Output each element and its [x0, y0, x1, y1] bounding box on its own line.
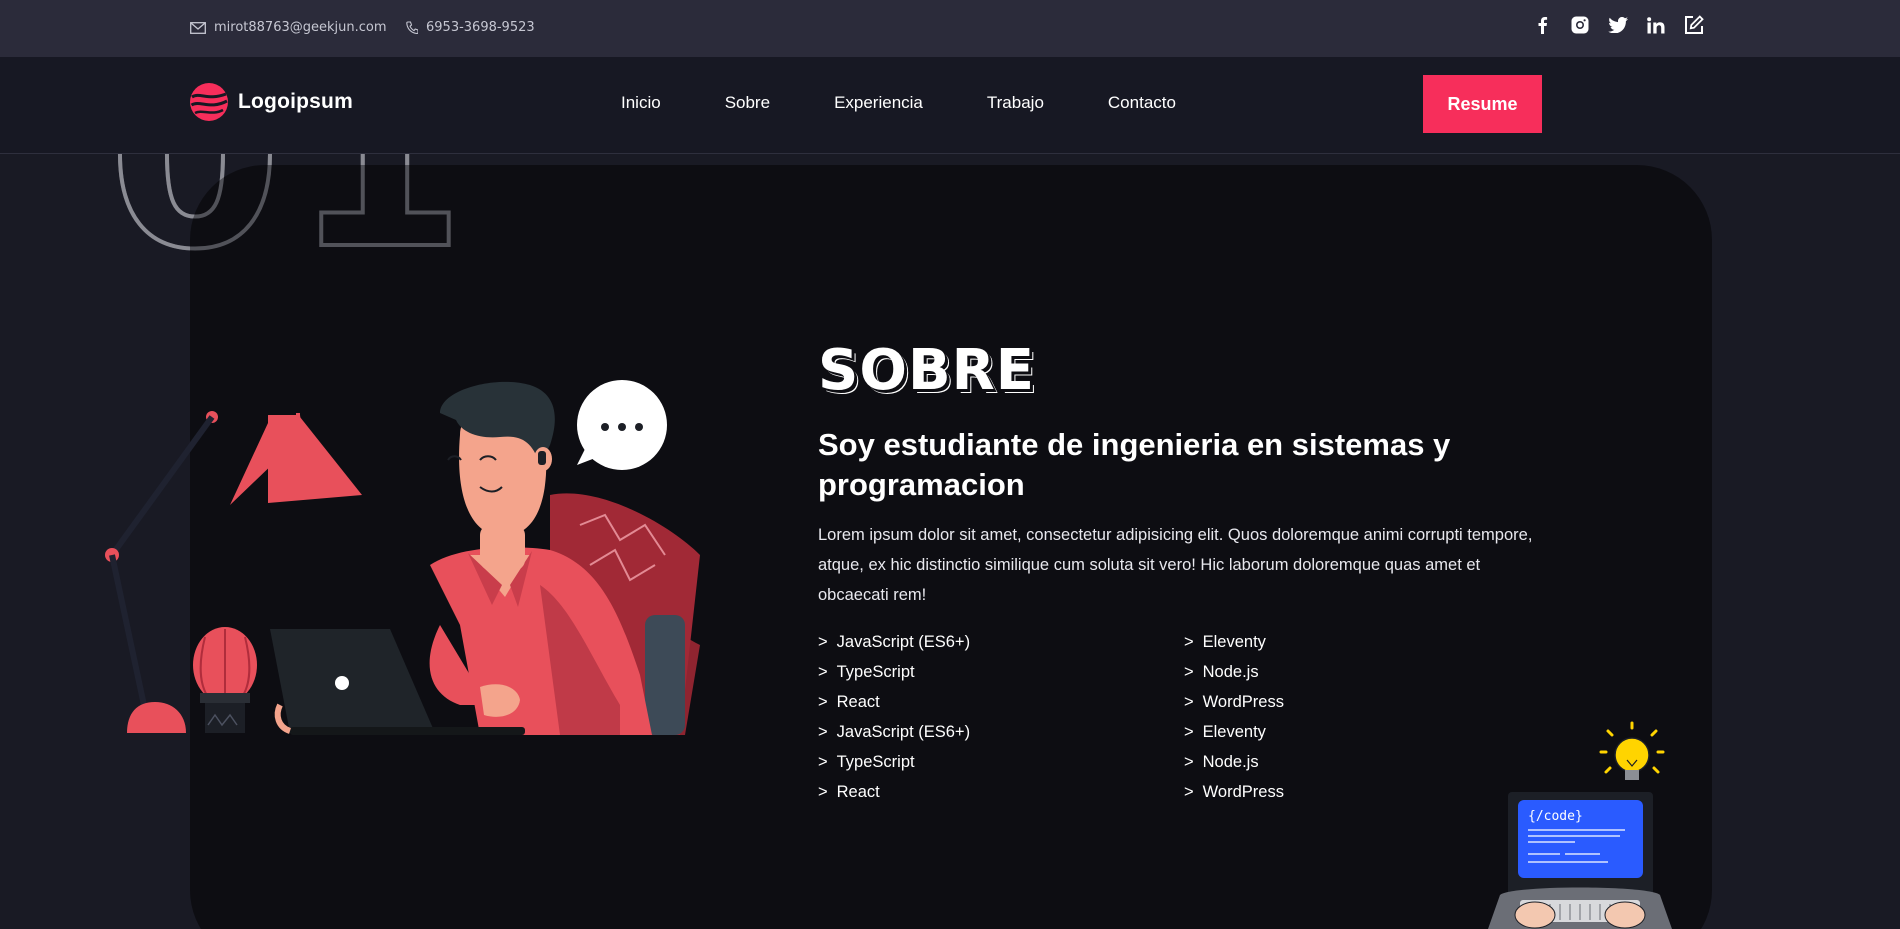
chevron-right-icon: >	[818, 633, 828, 651]
list-item: > Node.js	[1184, 753, 1259, 771]
nav-links: Inicio Sobre Experiencia Trabajo Contact…	[621, 93, 1240, 113]
facebook-icon[interactable]	[1531, 14, 1553, 36]
logo[interactable]: Logoipsum	[190, 83, 353, 121]
list-item: > TypeScript	[818, 753, 915, 771]
social-links	[1531, 14, 1705, 36]
section-subtitle: Soy estudiante de ingenieria en sistemas…	[818, 427, 1451, 502]
chevron-right-icon: >	[818, 663, 828, 681]
chevron-right-icon: >	[1184, 633, 1194, 651]
section-title: SOBRE	[818, 338, 1035, 403]
nav-link-experiencia[interactable]: Experiencia	[834, 93, 923, 113]
email-text: mirot88763@geekjun.com	[214, 20, 387, 35]
skills-list-left: > JavaScript (ES6+) > TypeScript > React > J…	[818, 627, 970, 807]
skills-list-right: > Eleventy > Node.js > WordPress > Eleventy …	[1184, 627, 1284, 807]
section-paragraph: Lorem ipsum dolor sit amet, consectetur …	[818, 526, 1533, 604]
chevron-right-icon: >	[818, 783, 828, 801]
mail-icon	[190, 21, 206, 34]
computer-screen-icon: {/code}	[1508, 792, 1653, 902]
list-item: > JavaScript (ES6+)	[818, 633, 971, 651]
nav-link-trabajo[interactable]: Trabajo	[987, 93, 1044, 113]
list-item: > Eleventy	[1184, 723, 1266, 741]
list-item: > WordPress	[1184, 693, 1284, 711]
phone-contact[interactable]: 6953-3698-9523	[406, 20, 535, 35]
logo-icon	[190, 83, 228, 121]
cactus-plant-icon	[193, 627, 257, 733]
coder-lightbulb-illustration: {/code}	[1488, 721, 1672, 929]
nav-link-sobre[interactable]: Sobre	[725, 93, 770, 113]
list-item: > TypeScript	[818, 663, 915, 681]
email-contact[interactable]: mirot88763@geekjun.com	[190, 20, 387, 35]
phone-text: 6953-3698-9523	[426, 20, 535, 35]
chevron-right-icon: >	[1184, 663, 1194, 681]
code-screen-text: {/code}	[1528, 809, 1583, 824]
nav-link-contacto[interactable]: Contacto	[1108, 93, 1176, 113]
list-item: > Node.js	[1184, 663, 1259, 681]
list-item: > React	[818, 783, 880, 801]
phone-icon	[406, 21, 418, 34]
edit-icon[interactable]	[1683, 14, 1705, 36]
lightbulb-icon	[1599, 721, 1665, 780]
list-item: > JavaScript (ES6+)	[818, 723, 971, 741]
chevron-right-icon: >	[1184, 693, 1194, 711]
top-contact-bar: mirot88763@geekjun.com 6953-3698-9523	[0, 0, 1900, 57]
list-item: > WordPress	[1184, 783, 1284, 801]
person-laptop-illustration	[105, 380, 700, 735]
main-navbar: Logoipsum Inicio Sobre Experiencia Traba…	[0, 57, 1900, 154]
speech-bubble-icon	[577, 380, 667, 470]
twitter-icon[interactable]	[1607, 14, 1629, 36]
chevron-right-icon: >	[1184, 783, 1194, 801]
list-item: > React	[818, 693, 880, 711]
chevron-right-icon: >	[1184, 723, 1194, 741]
chevron-right-icon: >	[818, 723, 828, 741]
logo-text: Logoipsum	[238, 90, 353, 113]
nav-link-inicio[interactable]: Inicio	[621, 93, 661, 113]
keyboard-hands-icon	[1488, 887, 1672, 929]
instagram-icon[interactable]	[1569, 14, 1591, 36]
chevron-right-icon: >	[1184, 753, 1194, 771]
resume-button[interactable]: Resume	[1423, 75, 1542, 133]
chevron-right-icon: >	[818, 693, 828, 711]
list-item: > Eleventy	[1184, 633, 1266, 651]
chevron-right-icon: >	[818, 753, 828, 771]
linkedin-icon[interactable]	[1645, 14, 1667, 36]
